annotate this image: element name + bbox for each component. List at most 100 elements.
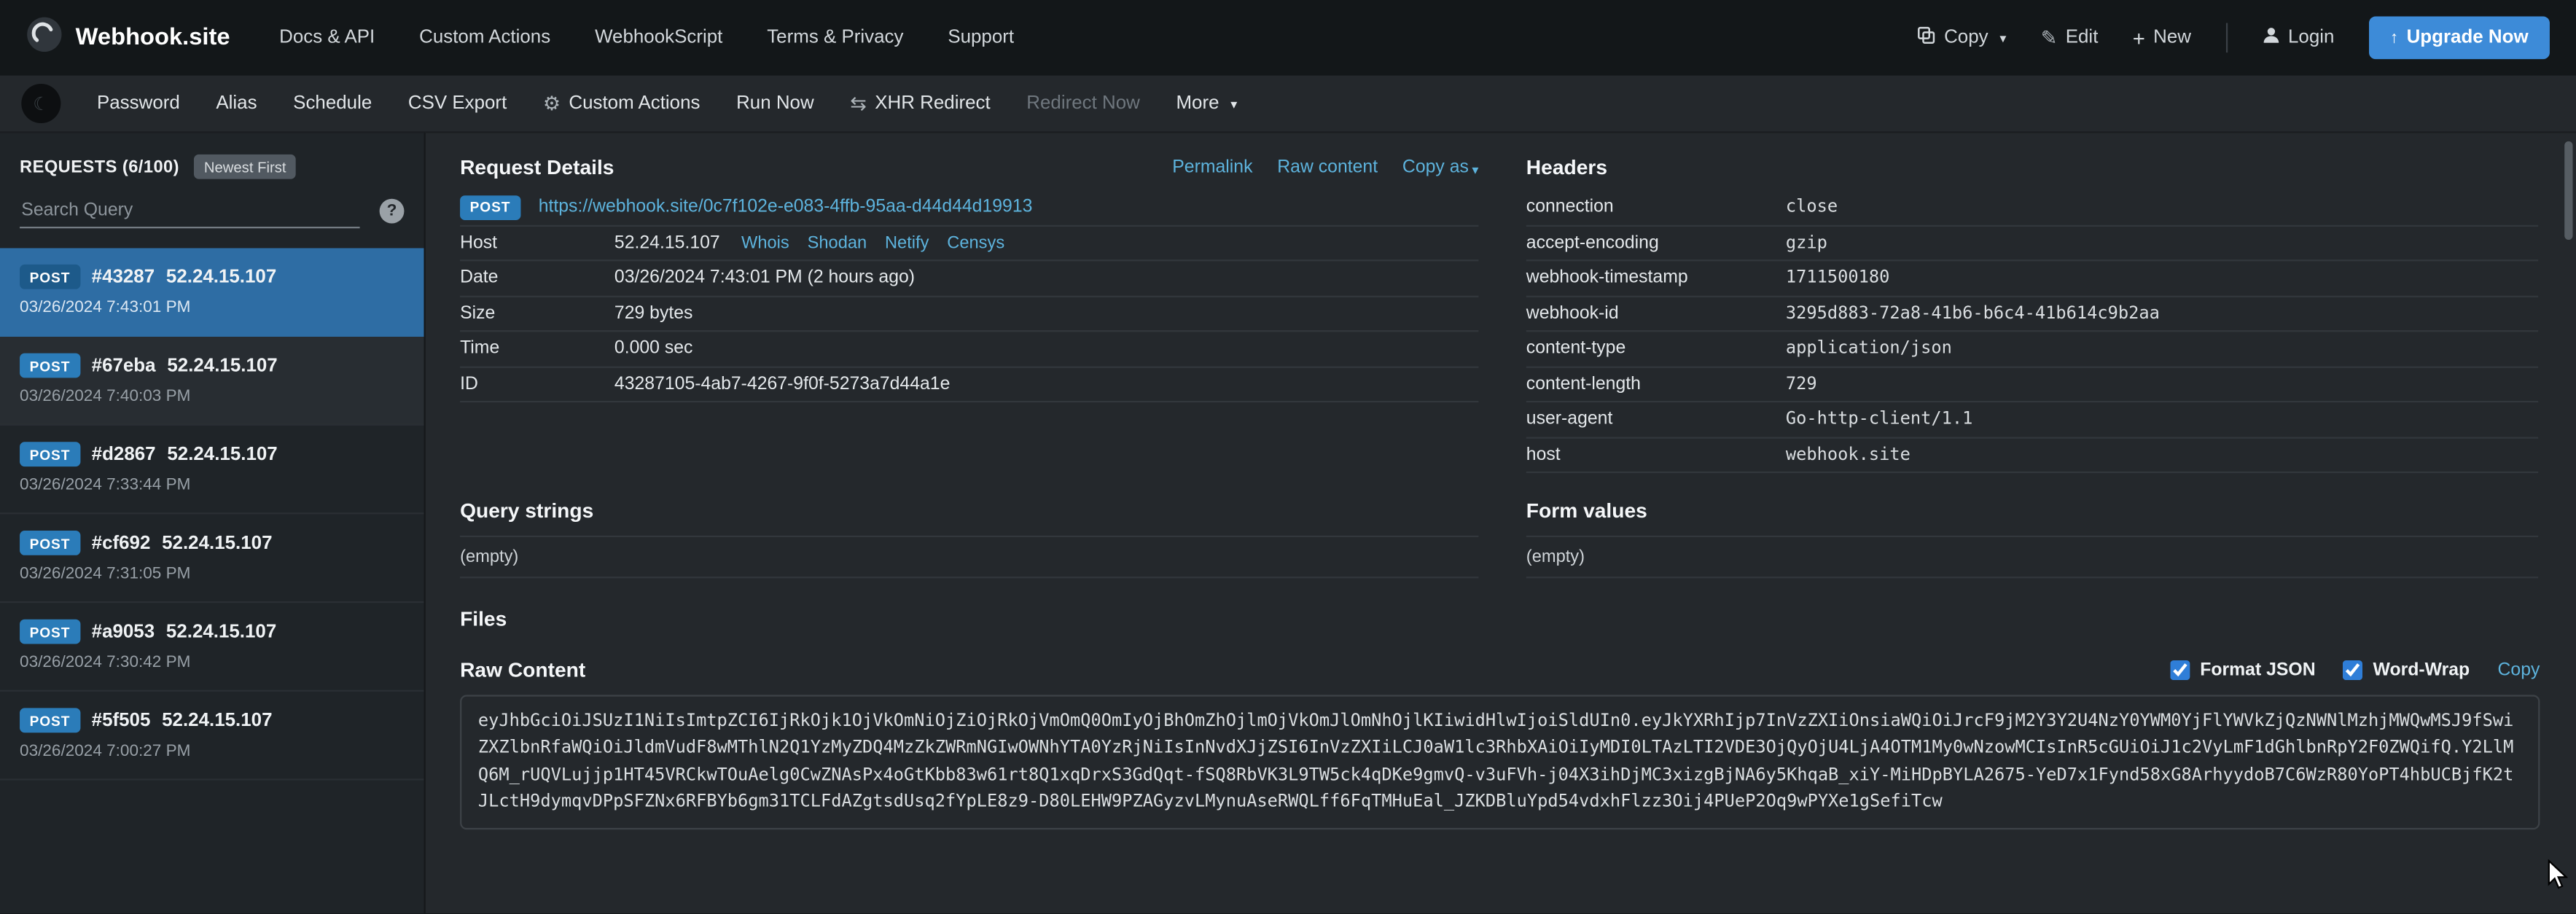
toolbar-schedule-button[interactable]: Schedule <box>293 93 372 113</box>
header-name: user-agent <box>1526 410 1786 429</box>
edit-label: Edit <box>2066 28 2099 47</box>
request-list-item[interactable]: POST #67eba 52.24.15.107 03/26/2024 7:40… <box>0 337 424 426</box>
toolbar-password-button[interactable]: Password <box>97 93 180 113</box>
edit-button[interactable]: ✎ Edit <box>2041 26 2099 50</box>
word-wrap-toggle[interactable]: Word-Wrap <box>2343 660 2470 680</box>
login-button[interactable]: Login <box>2262 26 2334 50</box>
method-badge: POST <box>20 442 80 466</box>
header-row: webhook-id 3295d883-72a8-41b6-b6c4-41b61… <box>1526 297 2538 332</box>
scrollbar-thumb[interactable] <box>2564 141 2572 240</box>
toolbar-custom-actions-button[interactable]: ⚙ Custom Actions <box>543 92 700 115</box>
request-ip: 52.24.15.107 <box>167 445 277 464</box>
netify-link[interactable]: Netify <box>885 233 929 252</box>
query-strings-section: Query strings (empty) <box>460 473 1478 578</box>
chevron-down-icon: ▾ <box>1999 31 2006 46</box>
header-row: content-length 729 <box>1526 367 2538 402</box>
webhook-logo-icon <box>26 15 63 60</box>
permalink-link[interactable]: Permalink <box>1172 157 1252 177</box>
request-list-item[interactable]: POST #43287 52.24.15.107 03/26/2024 7:43… <box>0 248 424 337</box>
shodan-link[interactable]: Shodan <box>808 233 867 252</box>
toolbar-csv-export-button[interactable]: CSV Export <box>408 93 507 113</box>
id-label: ID <box>460 374 614 394</box>
header-name: webhook-timestamp <box>1526 268 1786 288</box>
header-value: application/json <box>1786 339 1952 359</box>
url-toolbar: ☾ Password Alias Schedule CSV Export ⚙ C… <box>0 76 2576 133</box>
upgrade-label: Upgrade Now <box>2407 28 2529 47</box>
navbar-divider <box>2225 23 2227 53</box>
raw-content-link[interactable]: Raw content <box>1277 157 1378 177</box>
chevron-down-icon: ▾ <box>1472 162 1478 176</box>
sidebar-header: REQUESTS (6/100) Newest First ? <box>0 133 424 249</box>
copy-icon <box>1918 26 1936 50</box>
time-label: Time <box>460 339 614 359</box>
header-row: user-agent Go-http-client/1.1 <box>1526 402 2538 437</box>
top-navbar: Webhook.site Docs & API Custom Actions W… <box>0 0 2576 76</box>
request-details-section: Request Details Permalink Raw content Co… <box>460 133 1478 403</box>
nav-link-webhookscript[interactable]: WebhookScript <box>595 28 722 47</box>
gear-icon: ⚙ <box>543 92 561 115</box>
word-wrap-checkbox[interactable] <box>2343 660 2363 680</box>
header-name: webhook-id <box>1526 303 1786 323</box>
brand-home-link[interactable]: Webhook.site <box>26 15 230 60</box>
upgrade-now-button[interactable]: ↑ Upgrade Now <box>2369 17 2550 60</box>
header-value: close <box>1786 198 1838 217</box>
header-name: connection <box>1526 198 1786 217</box>
toolbar-xhr-redirect-button[interactable]: ⇆ XHR Redirect <box>850 92 990 115</box>
nav-link-terms-privacy[interactable]: Terms & Privacy <box>767 28 903 47</box>
request-detail-panel: Request Details Permalink Raw content Co… <box>426 133 2576 914</box>
format-json-toggle[interactable]: Format JSON <box>2171 660 2316 680</box>
detail-row-date: Date 03/26/2024 7:43:01 PM (2 hours ago) <box>460 261 1478 296</box>
copy-menu-button[interactable]: Copy ▾ <box>1918 26 2006 50</box>
request-id: #67eba <box>92 356 156 375</box>
request-id: #cf692 <box>92 533 151 552</box>
censys-link[interactable]: Censys <box>947 233 1004 252</box>
request-date: 03/26/2024 7:30:42 PM <box>20 654 404 672</box>
custom-actions-label: Custom Actions <box>569 93 700 113</box>
request-ip: 52.24.15.107 <box>166 267 276 286</box>
request-list-item[interactable]: POST #cf692 52.24.15.107 03/26/2024 7:31… <box>0 514 424 603</box>
method-badge: POST <box>20 354 80 378</box>
new-label: New <box>2153 28 2191 47</box>
redirect-now-label: Redirect Now <box>1026 93 1140 113</box>
nav-link-custom-actions[interactable]: Custom Actions <box>419 28 550 47</box>
page-body: REQUESTS (6/100) Newest First ? POST #43… <box>0 133 2576 914</box>
brand-title: Webhook.site <box>76 25 230 51</box>
request-ip: 52.24.15.107 <box>162 533 272 552</box>
form-values-section: Form values (empty) <box>1526 473 2538 578</box>
theme-toggle-button[interactable]: ☾ <box>21 84 61 123</box>
size-label: Size <box>460 303 614 323</box>
toolbar-more-menu[interactable]: More ▾ <box>1176 93 1237 113</box>
format-json-checkbox[interactable] <box>2171 660 2190 680</box>
form-values-empty: (empty) <box>1526 536 2538 579</box>
nav-link-docs-api[interactable]: Docs & API <box>279 28 375 47</box>
raw-content-body[interactable]: eyJhbGciOiJSUzI1NiIsImtpZCI6IjRkOjk1OjVk… <box>460 695 2540 829</box>
new-button[interactable]: + New <box>2133 26 2191 50</box>
password-label: Password <box>97 93 180 113</box>
xhr-redirect-label: XHR Redirect <box>875 93 990 113</box>
more-label: More <box>1176 93 1219 113</box>
toolbar-run-now-button[interactable]: Run Now <box>736 93 814 113</box>
toolbar-redirect-now-button[interactable]: Redirect Now <box>1026 93 1140 113</box>
size-value: 729 bytes <box>614 303 693 323</box>
copy-as-menu[interactable]: Copy as▾ <box>1402 157 1479 177</box>
request-list-item[interactable]: POST #d2867 52.24.15.107 03/26/2024 7:33… <box>0 426 424 515</box>
pencil-icon: ✎ <box>2041 26 2058 50</box>
request-list-item[interactable]: POST #a9053 52.24.15.107 03/26/2024 7:30… <box>0 603 424 692</box>
sort-order-badge[interactable]: Newest First <box>194 155 296 179</box>
raw-content-title: Raw Content <box>460 659 585 682</box>
request-list-item[interactable]: POST #5f505 52.24.15.107 03/26/2024 7:00… <box>0 692 424 781</box>
form-values-title: Form values <box>1526 499 1647 523</box>
request-details-table: POST https://webhook.site/0c7f102e-e083-… <box>460 190 1478 402</box>
request-url-link[interactable]: https://webhook.site/0c7f102e-e083-4ffb-… <box>539 198 1033 217</box>
files-title: Files <box>460 608 2540 631</box>
login-label: Login <box>2288 28 2334 47</box>
toolbar-alias-button[interactable]: Alias <box>216 93 257 113</box>
nav-link-support[interactable]: Support <box>948 28 1014 47</box>
copy-raw-content-link[interactable]: Copy <box>2498 660 2540 680</box>
header-row: content-type application/json <box>1526 332 2538 367</box>
whois-link[interactable]: Whois <box>741 233 789 252</box>
host-value: 52.24.15.107 <box>614 233 720 252</box>
search-query-input[interactable] <box>20 194 360 228</box>
help-icon[interactable]: ? <box>380 199 405 224</box>
time-value: 0.000 sec <box>614 339 693 359</box>
